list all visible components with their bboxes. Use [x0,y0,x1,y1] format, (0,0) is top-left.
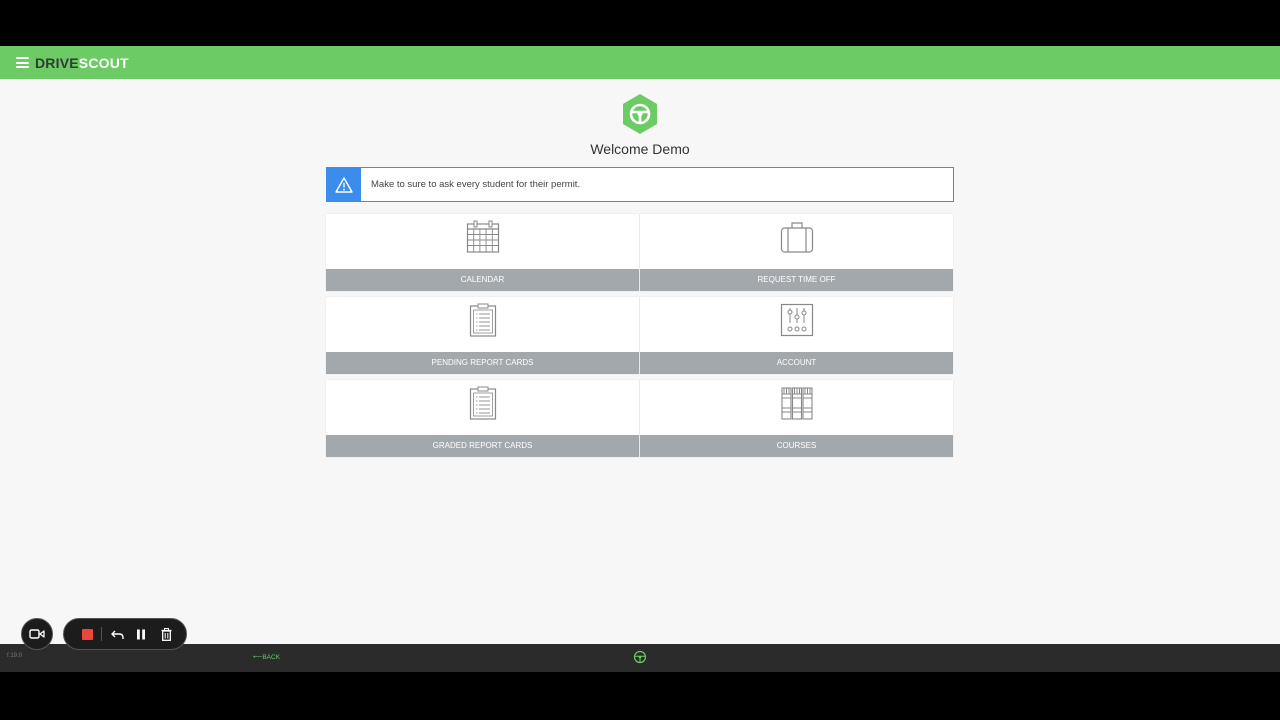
tile-request-time-off[interactable]: REQUEST TIME OFF [640,214,953,291]
undo-icon[interactable] [110,627,124,641]
hamburger-icon[interactable] [16,57,29,68]
dashboard-tiles: CALENDAR REQUEST TIME OFF PENDING REPORT… [326,214,954,457]
books-icon [780,387,813,420]
back-link[interactable]: ⟵BACK [253,653,280,661]
brand-part2: SCOUT [78,55,129,71]
suitcase-icon [780,222,813,253]
tile-label: GRADED REPORT CARDS [326,435,639,457]
welcome-heading: Welcome Demo [590,141,690,157]
tile-label: ACCOUNT [640,352,953,374]
pause-icon[interactable] [134,627,148,641]
tile-label: COURSES [640,435,953,457]
clipboard-icon [469,303,496,337]
tile-graded-report-cards[interactable]: GRADED REPORT CARDS [326,380,639,457]
toolbar-divider [101,627,102,641]
brand-part1: DRIVE [35,55,79,71]
brand-logo[interactable]: DRIVESCOUT [35,55,129,71]
tile-pending-report-cards[interactable]: PENDING REPORT CARDS [326,297,639,374]
warning-icon [327,168,361,201]
clipboard-icon [469,386,496,420]
alert-message: Make to sure to ask every student for th… [371,179,581,190]
tile-label: REQUEST TIME OFF [640,269,953,291]
tile-courses[interactable]: COURSES [640,380,953,457]
steering-wheel-icon[interactable] [633,650,647,664]
tile-label: PENDING REPORT CARDS [326,352,639,374]
alert-banner: Make to sure to ask every student for th… [326,167,954,202]
video-camera-icon[interactable] [21,618,53,650]
trash-icon[interactable] [159,627,173,641]
recording-toolbar [63,618,187,650]
stop-icon[interactable] [80,627,94,641]
app-window: DRIVESCOUT Welcome Demo Make to sure to … [0,46,1280,672]
calendar-icon [466,220,499,253]
tile-calendar[interactable]: CALENDAR [326,214,639,291]
tile-account[interactable]: ACCOUNT [640,297,953,374]
back-label: BACK [262,654,281,661]
version-label: f.19.0 [7,653,23,659]
footer-bar: f.19.0 ⟵BACK [0,644,1280,672]
back-arrow-icon: ⟵ [253,654,263,661]
tile-label: CALENDAR [326,269,639,291]
top-navbar: DRIVESCOUT [0,46,1280,79]
sliders-icon [780,303,813,337]
drivescout-logo-icon [623,94,657,134]
